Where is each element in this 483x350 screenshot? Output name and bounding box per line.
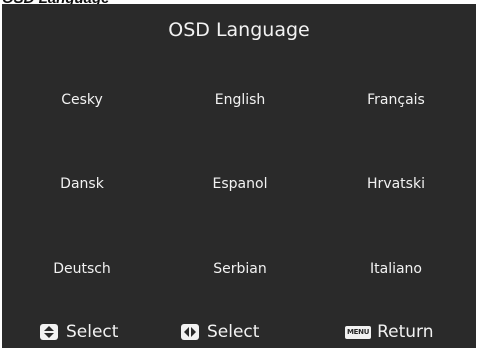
language-option-serbian[interactable]: Serbian xyxy=(170,260,310,278)
language-option-hrvatski[interactable]: Hrvatski xyxy=(326,175,466,193)
footer-leftright-select: Select xyxy=(181,321,259,343)
return-label: Return xyxy=(377,322,434,342)
language-option-english[interactable]: English xyxy=(170,91,310,109)
up-down-arrows-icon xyxy=(40,324,58,340)
language-option-italiano[interactable]: Italiano xyxy=(326,260,466,278)
language-option-deutsch[interactable]: Deutsch xyxy=(12,260,152,278)
footer-menu-return: MENU Return xyxy=(345,321,434,343)
menu-key-icon: MENU xyxy=(345,325,372,339)
page-title: OSD Language xyxy=(168,19,310,41)
osd-language-screen: OSD Language Cesky English Français Dans… xyxy=(2,4,478,348)
footer-updown-select: Select xyxy=(40,321,118,343)
updown-select-label: Select xyxy=(66,322,119,342)
language-option-cesky[interactable]: Cesky xyxy=(12,91,152,109)
language-option-espanol[interactable]: Espanol xyxy=(170,175,310,193)
leftright-select-label: Select xyxy=(207,322,260,342)
language-option-francais[interactable]: Français xyxy=(326,91,466,109)
left-right-arrows-icon xyxy=(181,324,199,340)
language-option-dansk[interactable]: Dansk xyxy=(12,175,152,193)
